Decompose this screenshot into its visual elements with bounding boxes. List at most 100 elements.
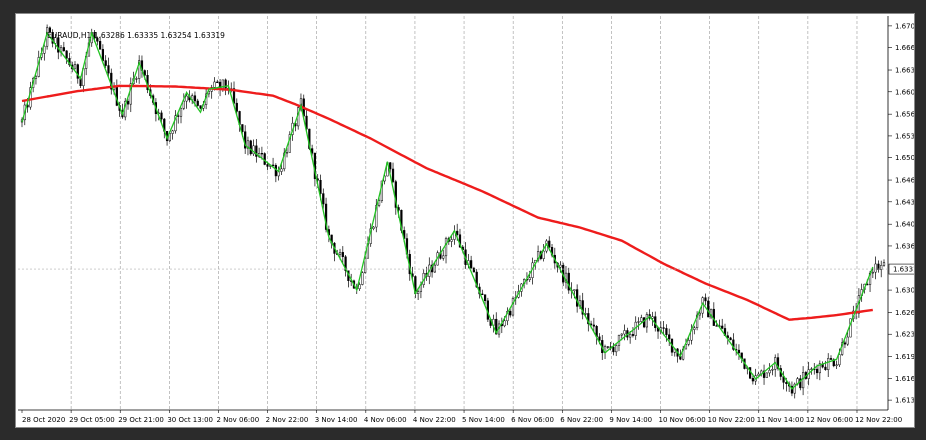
price-chart[interactable]: 28 Oct 2020 29 Oct 05:00 29 Oct 21:00 30 Oc… <box>16 14 914 427</box>
candle <box>453 225 456 245</box>
candle <box>444 236 448 264</box>
candle <box>564 266 568 289</box>
price-tick-label: 1.64670 <box>895 177 914 185</box>
candle <box>65 50 68 64</box>
candle <box>135 76 138 83</box>
time-tick-label: 29 Oct 05:00 <box>69 416 115 424</box>
candle <box>617 334 621 352</box>
price-tick-label: 1.67010 <box>895 22 914 30</box>
candle <box>774 354 777 377</box>
candle <box>754 368 757 385</box>
time-tick-label: 4 Nov 06:00 <box>364 416 407 424</box>
time-tick-label: 6 Nov 22:00 <box>560 416 603 424</box>
time-tick-label: 29 Oct 21:00 <box>118 416 164 424</box>
candle <box>104 55 107 68</box>
candle <box>414 275 417 298</box>
moving-average-line <box>21 84 873 321</box>
candle <box>581 292 584 320</box>
time-tick-label: 5 Nov 14:00 <box>462 416 505 424</box>
candle <box>567 267 570 294</box>
candle <box>729 336 732 341</box>
candle <box>506 307 509 326</box>
candle <box>196 98 199 107</box>
price-tick-label: 1.66680 <box>895 44 914 52</box>
price-tick-label: 1.61660 <box>895 375 914 383</box>
candle <box>244 125 247 154</box>
candle <box>274 163 277 183</box>
candle <box>73 61 77 70</box>
candle <box>140 55 144 78</box>
candle <box>246 136 250 156</box>
chart-window[interactable]: 28 Oct 2020 29 Oct 05:00 29 Oct 21:00 30 Oc… <box>15 13 915 428</box>
candle <box>216 79 219 83</box>
candle <box>210 84 213 99</box>
price-tick-label: 1.62660 <box>895 309 914 317</box>
candle <box>835 360 838 370</box>
candle <box>255 139 258 163</box>
price-tick-label: 1.66010 <box>895 88 914 96</box>
candle <box>344 255 347 277</box>
candle <box>470 255 473 269</box>
candle <box>174 110 177 134</box>
candle <box>138 55 141 84</box>
price-tick-label: 1.64340 <box>895 198 914 206</box>
candle <box>615 343 618 357</box>
symbol-info-label: EURAUD,H1 1.63286 1.63335 1.63254 1.6331… <box>47 31 225 40</box>
time-tick-label: 10 Nov 06:00 <box>659 416 706 424</box>
candle <box>765 372 768 378</box>
candle <box>361 271 364 286</box>
candle <box>333 241 336 262</box>
candle <box>654 311 657 332</box>
price-tick-label: 1.65010 <box>895 154 914 162</box>
time-tick-label: 12 Nov 06:00 <box>806 416 853 424</box>
candle <box>129 77 132 113</box>
price-tick-label: 1.62330 <box>895 331 914 339</box>
candle <box>877 260 880 273</box>
candle <box>442 249 445 261</box>
candle <box>712 302 715 326</box>
candle <box>146 69 149 94</box>
candle <box>511 296 515 317</box>
time-tick-label: 4 Nov 22:00 <box>413 416 456 424</box>
candle <box>771 365 774 376</box>
time-tick-label: 12 Nov 22:00 <box>855 416 902 424</box>
price-tick-label: 1.61330 <box>895 397 914 405</box>
candle <box>542 244 545 262</box>
candle <box>645 312 648 333</box>
price-tick-label: 1.63000 <box>895 287 914 295</box>
candle <box>818 360 821 381</box>
candle <box>252 139 255 156</box>
candle <box>874 256 877 280</box>
time-tick-label: 6 Nov 06:00 <box>511 416 554 424</box>
time-tick-label: 30 Oct 13:00 <box>167 416 213 424</box>
current-price-label: 1.63319 <box>893 266 914 274</box>
price-tick-label: 1.64000 <box>895 221 914 229</box>
candle <box>171 129 174 140</box>
candle <box>481 289 484 295</box>
candle <box>606 346 609 349</box>
price-tick-label: 1.65670 <box>895 111 914 119</box>
candle <box>62 41 65 52</box>
candle <box>263 152 266 166</box>
candle <box>707 296 710 318</box>
candle <box>799 375 802 391</box>
candle <box>642 317 646 329</box>
candle <box>271 157 275 167</box>
candle <box>762 364 766 385</box>
time-tick-label: 2 Nov 06:00 <box>216 416 259 424</box>
candle <box>882 259 886 267</box>
candle <box>670 338 674 357</box>
candle <box>450 236 453 248</box>
candle <box>179 107 183 124</box>
candle <box>249 139 252 156</box>
candle <box>631 327 635 338</box>
price-tick-label: 1.63670 <box>895 242 914 250</box>
candle <box>721 318 724 330</box>
time-tick-label: 28 Oct 2020 <box>22 416 65 424</box>
candle <box>648 309 651 321</box>
price-tick-label: 1.61990 <box>895 353 914 361</box>
price-tick-label: 1.66340 <box>895 67 914 75</box>
candle <box>801 366 805 396</box>
candle <box>391 162 395 184</box>
time-tick-label: 3 Nov 14:00 <box>315 416 358 424</box>
